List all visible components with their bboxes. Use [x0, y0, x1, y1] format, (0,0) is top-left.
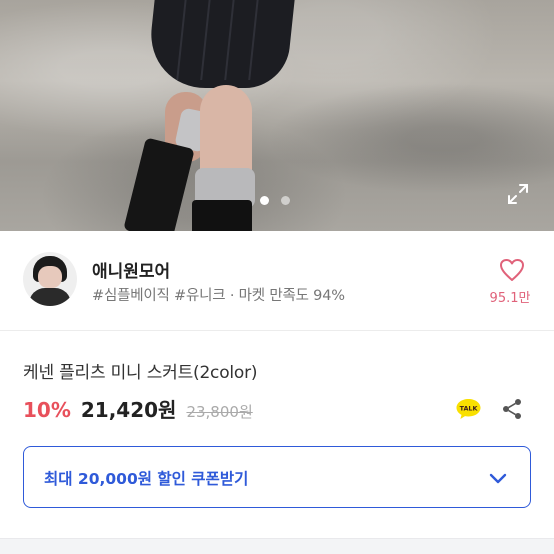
- avatar-face: [38, 266, 62, 288]
- seller-section[interactable]: 애니원모어 #심플베이직 #유니크 · 마켓 만족도 94% 95.1만: [0, 231, 554, 331]
- coupon-button[interactable]: 최대 20,000원 할인 쿠폰받기: [23, 446, 531, 508]
- share-icon[interactable]: [501, 398, 523, 420]
- avatar[interactable]: [23, 252, 77, 306]
- seller-name[interactable]: 애니원모어: [92, 257, 170, 282]
- like-count: 95.1만: [489, 291, 531, 306]
- product-title: 케넨 플리츠 미니 스커트(2color): [23, 363, 258, 383]
- section-divider: [0, 538, 554, 554]
- chevron-down-icon: [489, 473, 507, 484]
- avatar-body: [29, 288, 71, 306]
- carousel-dot-active[interactable]: [260, 196, 269, 205]
- original-price: 23,800원: [186, 403, 253, 421]
- seller-tags: #심플베이직 #유니크 · 마켓 만족도 94%: [92, 288, 345, 304]
- carousel-indicator: [260, 196, 290, 205]
- coupon-label: 최대 20,000원 할인 쿠폰받기: [44, 470, 249, 488]
- sale-price: 21,420원: [80, 398, 177, 422]
- product-image-carousel[interactable]: [0, 0, 554, 231]
- discount-rate: 10%: [23, 398, 71, 422]
- carousel-dot[interactable]: [281, 196, 290, 205]
- expand-icon[interactable]: [506, 182, 530, 206]
- product-photo-boot: [192, 200, 252, 231]
- kakao-talk-icon[interactable]: TALK: [455, 397, 482, 421]
- svg-text:TALK: TALK: [460, 404, 479, 412]
- price-row: 10% 21,420원 23,800원: [23, 394, 253, 423]
- heart-icon[interactable]: [499, 258, 525, 282]
